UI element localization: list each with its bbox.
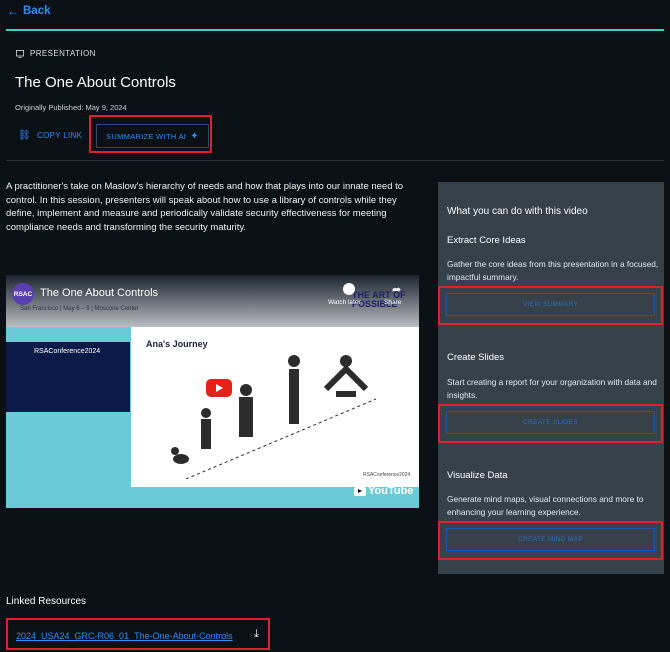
slide-title: Ana's Journey <box>146 339 208 349</box>
section-text-slides: Start creating a report for your organiz… <box>447 377 657 400</box>
header-divider <box>6 29 664 31</box>
channel-logo[interactable]: RSAC <box>12 283 34 305</box>
panel-heading: What you can do with this video <box>447 206 588 217</box>
share-button[interactable]: Share <box>384 299 401 306</box>
arrow-left-icon: ← <box>7 4 19 18</box>
slide-footer: RSAConference2024 <box>363 472 411 478</box>
youtube-label: YouTube <box>368 485 414 497</box>
linked-resources-heading: Linked Resources <box>6 596 87 607</box>
video-title[interactable]: The One About Controls <box>40 287 158 299</box>
sparkle-icon: ✦ <box>190 130 199 142</box>
video-player[interactable]: RSAC The One About Controls San Francisc… <box>6 275 419 508</box>
section-title-extract: Extract Core Ideas <box>447 235 526 246</box>
back-link[interactable]: ← Back <box>7 4 51 18</box>
clock-icon[interactable] <box>343 283 355 295</box>
summarize-label: SUMMARIZE WITH AI <box>106 131 187 141</box>
section-text-extract: Gather the core ideas from this presenta… <box>447 259 659 282</box>
section-text-visualize: Generate mind maps, visual connections a… <box>447 494 644 517</box>
content-kind: PRESENTATION <box>16 49 96 58</box>
slide-image: Ana's Journey RSAConference2024 <box>131 327 419 487</box>
resource-file-link[interactable]: 2024_USA24_GRC-R06_01_The-One-About-Cont… <box>16 631 233 641</box>
summarize-with-ai-button[interactable]: SUMMARIZE WITH AI ✦ <box>96 124 209 148</box>
link-icon: ⛓ <box>18 130 31 141</box>
create-mind-map-button[interactable]: CREATE MIND MAP <box>446 528 655 551</box>
content-kind-label: PRESENTATION <box>30 49 96 58</box>
section-title-slides: Create Slides <box>447 352 505 363</box>
stage-text: RSAConference2024 <box>34 348 101 355</box>
page-title: The One About Controls <box>15 74 176 91</box>
maslow-figures-illustration <box>171 355 377 479</box>
watch-later-button[interactable]: Watch later <box>328 299 361 306</box>
presentation-icon <box>16 49 24 58</box>
youtube-icon <box>354 486 366 496</box>
video-subtitle: San Francisco | May 6 – 9 | Moscone Cent… <box>20 306 139 312</box>
download-icon[interactable]: ⤓ <box>254 628 259 641</box>
youtube-logo[interactable]: YouTube <box>354 485 413 497</box>
create-slides-button[interactable]: CREATE SLIDES <box>446 411 655 434</box>
published-date: Originally Published: May 9, 2024 <box>15 103 127 112</box>
copy-link-button[interactable]: ⛓ COPY LINK <box>18 130 82 141</box>
copy-link-label: COPY LINK <box>37 131 83 140</box>
share-icon[interactable]: ➦ <box>392 283 401 296</box>
back-label: Back <box>23 5 51 17</box>
section-divider <box>6 160 664 161</box>
view-summary-button[interactable]: VIEW SUMMARY <box>446 293 655 316</box>
section-title-visualize: Visualize Data <box>447 470 508 481</box>
video-description: A practitioner's take on Maslow's hierar… <box>6 181 404 233</box>
